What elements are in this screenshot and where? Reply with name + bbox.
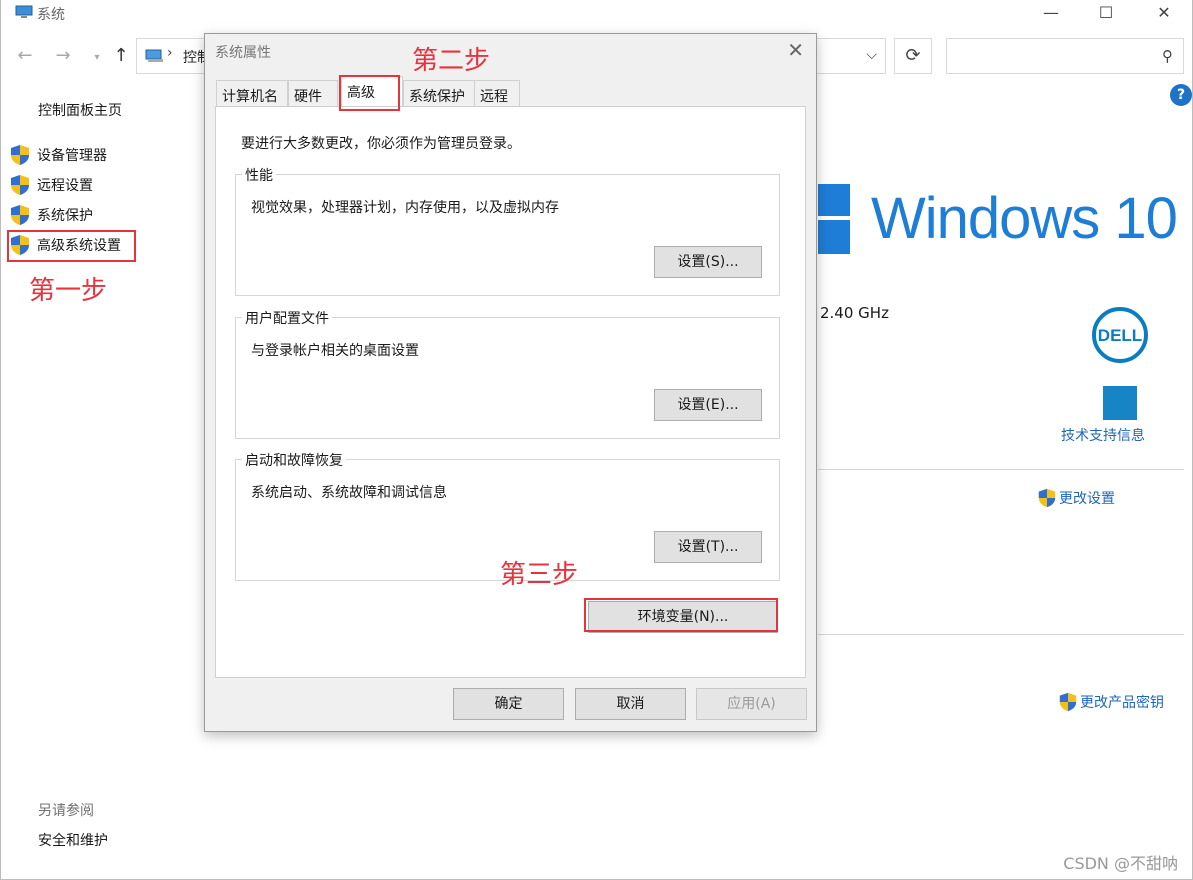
refresh-icon[interactable]: ⟳ — [894, 38, 932, 74]
sidebar-item-label: 设备管理器 — [37, 148, 107, 164]
sidebar-item-remote-settings[interactable]: 远程设置 — [9, 173, 93, 197]
window-title: 系统 — [37, 7, 65, 23]
sidebar-item-device-manager[interactable]: 设备管理器 — [9, 143, 107, 167]
sidebar-item-label: 远程设置 — [37, 178, 93, 194]
computer-icon — [15, 5, 33, 18]
group-label: 性能 — [242, 165, 276, 185]
apply-button[interactable]: 应用(A) — [696, 688, 807, 720]
user-profiles-settings-button[interactable]: 设置(E)... — [654, 389, 762, 421]
uac-shield-icon — [11, 145, 29, 165]
step3-highlight-box — [584, 598, 778, 632]
tab-system-protection[interactable]: 系统保护 — [403, 80, 475, 106]
uac-shield-icon — [1059, 692, 1077, 712]
change-settings-link[interactable]: 更改设置 — [1037, 488, 1115, 508]
group-description: 与登录帐户相关的桌面设置 — [251, 343, 419, 359]
change-product-key-link[interactable]: 更改产品密钥 — [1058, 692, 1164, 712]
group-description: 系统启动、系统故障和调试信息 — [251, 485, 447, 501]
sidebar-item-label: 系统保护 — [37, 208, 93, 224]
cancel-button[interactable]: 取消 — [575, 688, 686, 720]
divider — [818, 634, 1184, 635]
performance-settings-button[interactable]: 设置(S)... — [654, 246, 762, 278]
performance-group: 性能 视觉效果，处理器计划，内存使用，以及虚拟内存 设置(S)... — [235, 165, 780, 296]
title-bar: 系统 — ☐ ✕ — [1, 0, 1192, 28]
windows-edition-logo: Windows 10 — [871, 186, 1178, 251]
support-info-link[interactable]: 技术支持信息 — [1061, 425, 1145, 445]
maximize-button[interactable]: ☐ — [1083, 0, 1129, 28]
uac-shield-icon — [1038, 488, 1056, 508]
energy-star-icon — [1103, 386, 1137, 420]
security-maintenance-link[interactable]: 安全和维护 — [38, 830, 108, 850]
dialog-close-icon[interactable]: ✕ — [787, 38, 804, 62]
up-arrow-icon[interactable]: ↑ — [109, 44, 133, 68]
change-product-key-label: 更改产品密钥 — [1080, 695, 1164, 711]
chevron-down-icon[interactable]: ⌵ — [866, 47, 877, 63]
sidebar-item-system-protection[interactable]: 系统保护 — [9, 203, 93, 227]
user-profiles-group: 用户配置文件 与登录帐户相关的桌面设置 设置(E)... — [235, 308, 780, 439]
step1-highlight-box — [7, 230, 136, 262]
step1-annotation: 第一步 — [29, 276, 108, 306]
tab-remote[interactable]: 远程 — [474, 80, 520, 106]
group-label: 用户配置文件 — [242, 308, 332, 328]
search-input[interactable]: ⚲ — [946, 38, 1184, 74]
ok-button[interactable]: 确定 — [453, 688, 564, 720]
watermark: CSDN @不甜呐 — [1063, 854, 1178, 873]
close-button[interactable]: ✕ — [1141, 0, 1187, 28]
dialog-title: 系统属性 — [215, 45, 271, 61]
help-icon[interactable]: ? — [1170, 84, 1192, 106]
windows-logo-icon — [818, 184, 850, 254]
group-description: 视觉效果，处理器计划，内存使用，以及虚拟内存 — [251, 200, 559, 216]
recent-locations-chevron-icon[interactable]: ▾ — [85, 46, 109, 70]
uac-shield-icon — [11, 175, 29, 195]
tab-hardware[interactable]: 硬件 — [288, 80, 338, 106]
back-arrow-icon[interactable]: ← — [13, 44, 37, 68]
step2-annotation: 第二步 — [412, 46, 491, 76]
tab-computer-name[interactable]: 计算机名 — [216, 80, 288, 106]
step3-annotation: 第三步 — [500, 560, 579, 590]
step2-highlight-box — [339, 75, 400, 111]
uac-shield-icon — [11, 205, 29, 225]
svg-text:DELL: DELL — [1098, 326, 1142, 345]
admin-note: 要进行大多数更改，你必须作为管理员登录。 — [241, 136, 521, 152]
processor-speed: 2.40 GHz — [820, 304, 889, 322]
group-label: 启动和故障恢复 — [242, 450, 346, 470]
change-settings-label: 更改设置 — [1059, 491, 1115, 507]
breadcrumb-separator: › — [167, 45, 173, 61]
see-also-heading: 另请参阅 — [38, 803, 94, 819]
advanced-tab-panel: 要进行大多数更改，你必须作为管理员登录。 性能 视觉效果，处理器计划，内存使用，… — [215, 106, 806, 678]
control-panel-home-link[interactable]: 控制面板主页 — [38, 100, 122, 120]
minimize-button[interactable]: — — [1028, 0, 1074, 28]
dell-logo: DELL — [1092, 307, 1148, 363]
search-icon: ⚲ — [1162, 47, 1173, 65]
control-panel-icon — [145, 49, 163, 62]
startup-recovery-settings-button[interactable]: 设置(T)... — [654, 531, 762, 563]
forward-arrow-icon[interactable]: → — [51, 44, 75, 68]
divider — [818, 469, 1184, 470]
